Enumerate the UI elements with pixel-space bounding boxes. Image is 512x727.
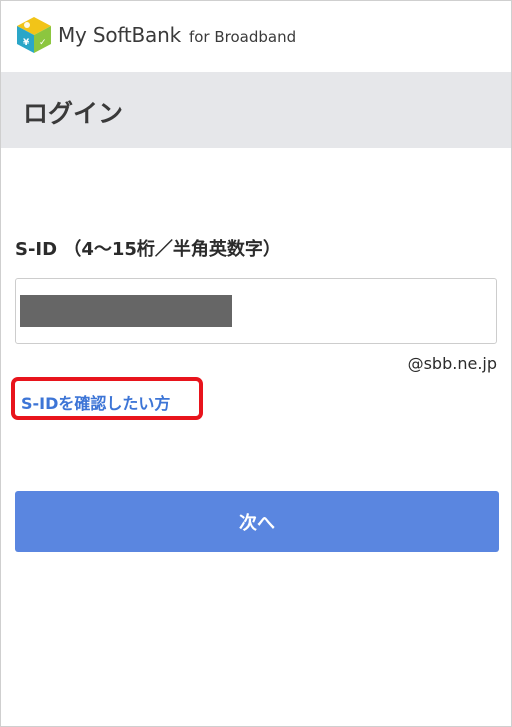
domain-suffix: @sbb.ne.jp (407, 354, 497, 373)
page-title: ログイン (23, 99, 124, 128)
sid-field-label: S-ID （4〜15桁／半角英数字） (15, 239, 281, 260)
brand-header: ¥ ✓ My SoftBank for Broadband (14, 15, 296, 55)
svg-text:✓: ✓ (39, 38, 47, 48)
page-frame: ¥ ✓ My SoftBank for Broadband ログイン S-ID … (0, 0, 512, 727)
softbank-cube-logo-icon: ¥ ✓ (17, 17, 51, 53)
brand-subtitle: for Broadband (188, 28, 297, 46)
title-bar: ログイン (1, 72, 511, 148)
masked-sid-value (20, 295, 232, 327)
next-button[interactable]: 次へ (15, 491, 499, 552)
confirm-sid-link[interactable]: S-IDを確認したい方 (21, 390, 170, 414)
sid-input[interactable] (15, 278, 497, 344)
svg-text:¥: ¥ (23, 38, 30, 48)
brand-name: My SoftBank (58, 23, 181, 47)
